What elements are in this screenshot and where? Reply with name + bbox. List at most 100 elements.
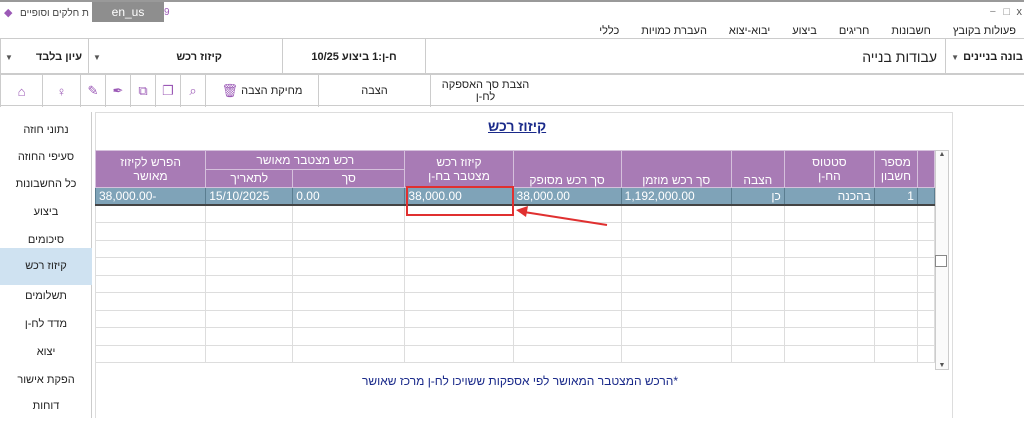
empty-row[interactable] — [94, 257, 936, 276]
empty-cell[interactable] — [292, 239, 406, 258]
empty-cell[interactable] — [94, 327, 207, 346]
empty-cell[interactable] — [873, 257, 918, 276]
empty-cell[interactable] — [730, 309, 785, 328]
minimize-button[interactable]: − — [990, 6, 996, 18]
empty-cell[interactable] — [783, 239, 875, 258]
company-select[interactable]: בונה בניינים ▼ — [945, 39, 1024, 75]
empty-cell[interactable] — [404, 344, 514, 363]
copy-icon[interactable]: ❐ — [155, 75, 180, 107]
empty-row[interactable] — [94, 344, 936, 363]
empty-cell[interactable] — [620, 344, 732, 363]
empty-row[interactable] — [94, 292, 936, 311]
empty-cell[interactable] — [730, 327, 785, 346]
empty-cell[interactable] — [292, 327, 406, 346]
empty-cell[interactable] — [94, 239, 207, 258]
empty-cell[interactable] — [292, 274, 406, 293]
empty-cell[interactable] — [783, 204, 875, 223]
empty-cell[interactable] — [916, 274, 936, 293]
empty-cell[interactable] — [404, 327, 514, 346]
empty-cell[interactable] — [512, 309, 622, 328]
empty-cell[interactable] — [404, 292, 514, 311]
empty-cell[interactable] — [512, 239, 622, 258]
empty-cell[interactable] — [873, 344, 918, 363]
empty-cell[interactable] — [873, 204, 918, 223]
search-icon[interactable]: ⌕ — [180, 75, 205, 107]
empty-cell[interactable] — [916, 292, 936, 311]
empty-cell[interactable] — [783, 309, 875, 328]
checkbox[interactable] — [935, 255, 947, 267]
show-supply-button[interactable]: הצבת סך האספקה לח-ן — [430, 75, 540, 107]
cell-approved-date[interactable]: 15/10/2025 — [205, 187, 294, 206]
empty-cell[interactable] — [916, 327, 936, 346]
empty-cell[interactable] — [620, 309, 732, 328]
empty-cell[interactable] — [512, 274, 622, 293]
empty-cell[interactable] — [404, 222, 514, 241]
empty-cell[interactable] — [94, 309, 207, 328]
empty-cell[interactable] — [620, 239, 732, 258]
empty-cell[interactable] — [620, 292, 732, 311]
empty-cell[interactable] — [916, 239, 936, 258]
cell-account[interactable]: 1 — [873, 187, 918, 206]
empty-cell[interactable] — [783, 292, 875, 311]
empty-cell[interactable] — [94, 257, 207, 276]
empty-row[interactable] — [94, 274, 936, 293]
pen-icon[interactable]: ✒ — [105, 75, 130, 107]
empty-cell[interactable] — [916, 309, 936, 328]
empty-cell[interactable] — [873, 239, 918, 258]
row-selector[interactable] — [916, 187, 936, 206]
mode-select[interactable]: ▼ עיון בלבד — [0, 39, 88, 75]
scroll-up-arrow-icon[interactable]: ▲ — [936, 151, 948, 158]
empty-cell[interactable] — [730, 257, 785, 276]
pin-icon[interactable]: ✎ — [80, 75, 105, 107]
empty-cell[interactable] — [94, 274, 207, 293]
screen-select[interactable]: ▼ קיזוז רכש — [88, 39, 282, 75]
empty-cell[interactable] — [620, 327, 732, 346]
empty-row[interactable] — [94, 309, 936, 328]
empty-cell[interactable] — [205, 204, 294, 223]
cell-diff[interactable]: -38,000.00 — [94, 187, 207, 206]
empty-cell[interactable] — [873, 309, 918, 328]
empty-cell[interactable] — [730, 204, 785, 223]
empty-cell[interactable] — [620, 222, 732, 241]
empty-cell[interactable] — [783, 257, 875, 276]
empty-cell[interactable] — [873, 292, 918, 311]
cell-approved-sum[interactable]: 0.00 — [292, 187, 406, 206]
empty-cell[interactable] — [730, 239, 785, 258]
empty-cell[interactable] — [404, 257, 514, 276]
scroll-down-arrow-icon[interactable]: ▼ — [936, 362, 948, 369]
empty-cell[interactable] — [292, 309, 406, 328]
empty-cell[interactable] — [292, 257, 406, 276]
empty-cell[interactable] — [783, 274, 875, 293]
place-button[interactable]: הצבה — [318, 75, 430, 107]
empty-cell[interactable] — [620, 204, 732, 223]
empty-cell[interactable] — [205, 292, 294, 311]
empty-cell[interactable] — [205, 309, 294, 328]
person-icon[interactable]: ♀ — [42, 75, 80, 107]
empty-cell[interactable] — [512, 292, 622, 311]
empty-cell[interactable] — [94, 344, 207, 363]
empty-cell[interactable] — [94, 222, 207, 241]
empty-cell[interactable] — [292, 222, 406, 241]
empty-cell[interactable] — [205, 344, 294, 363]
empty-cell[interactable] — [404, 274, 514, 293]
empty-cell[interactable] — [730, 292, 785, 311]
empty-cell[interactable] — [404, 309, 514, 328]
cell-ordered[interactable]: 1,192,000.00 — [620, 187, 732, 206]
empty-cell[interactable] — [292, 344, 406, 363]
empty-cell[interactable] — [916, 344, 936, 363]
cell-placed[interactable]: כן — [730, 187, 785, 206]
empty-cell[interactable] — [205, 274, 294, 293]
empty-cell[interactable] — [512, 257, 622, 276]
delete-place-button[interactable]: 🗑 מחיקת הצבה — [205, 75, 318, 107]
empty-cell[interactable] — [292, 204, 406, 223]
empty-cell[interactable] — [205, 327, 294, 346]
empty-cell[interactable] — [205, 257, 294, 276]
empty-cell[interactable] — [916, 222, 936, 241]
empty-cell[interactable] — [512, 344, 622, 363]
empty-cell[interactable] — [730, 274, 785, 293]
empty-cell[interactable] — [916, 204, 936, 223]
empty-cell[interactable] — [783, 222, 875, 241]
cell-status[interactable]: בהכנה — [783, 187, 875, 206]
empty-cell[interactable] — [873, 327, 918, 346]
empty-row[interactable] — [94, 327, 936, 346]
